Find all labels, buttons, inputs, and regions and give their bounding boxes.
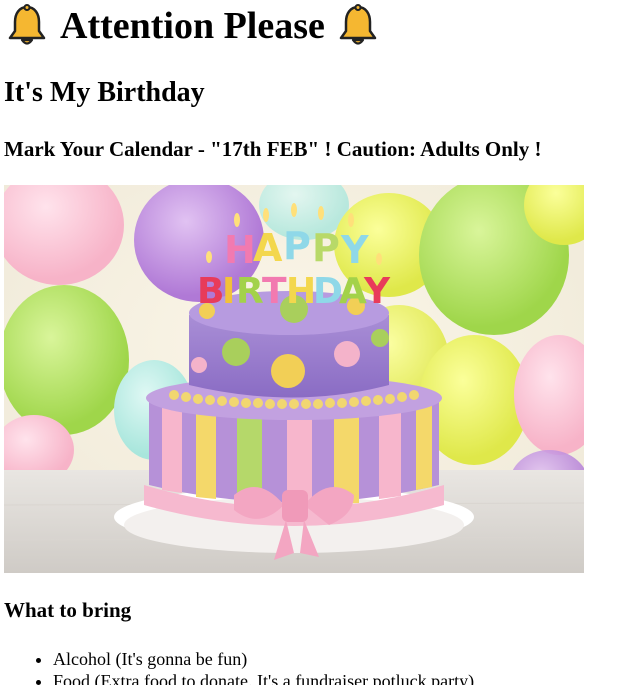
bell-icon: [339, 4, 377, 45]
svg-text:T: T: [262, 271, 287, 312]
svg-text:A: A: [339, 271, 367, 312]
list-item: Food (Extra food to donate. It's a fundr…: [53, 670, 474, 685]
page-title: Attention Please: [6, 2, 379, 50]
cake-illustration: H A P P Y B I R T H D A Y: [4, 185, 584, 573]
svg-text:A: A: [253, 226, 283, 270]
notice-heading: Mark Your Calendar - "17th FEB" ! Cautio…: [4, 137, 542, 161]
svg-text:P: P: [312, 226, 340, 270]
svg-text:H: H: [286, 271, 316, 312]
svg-text:Y: Y: [340, 228, 369, 272]
svg-text:P: P: [283, 224, 311, 268]
birthday-cake-photo: H A P P Y B I R T H D A Y: [4, 185, 584, 573]
page-title-text: Attention Please: [60, 5, 325, 47]
svg-text:H: H: [224, 228, 256, 272]
list-item: Alcohol (It's gonna be fun): [53, 648, 474, 670]
svg-text:B: B: [197, 271, 224, 312]
section-heading-what-to-bring: What to bring: [4, 598, 132, 622]
bell-icon: [8, 4, 46, 45]
subtitle: It's My Birthday: [4, 77, 205, 108]
svg-text:R: R: [236, 271, 264, 312]
svg-text:Y: Y: [363, 271, 391, 312]
bring-list: Alcohol (It's gonna be fun) Food (Extra …: [0, 648, 474, 685]
svg-text:I: I: [222, 271, 235, 312]
page: Attention Please It's My Birthday Mark Y…: [0, 0, 622, 685]
